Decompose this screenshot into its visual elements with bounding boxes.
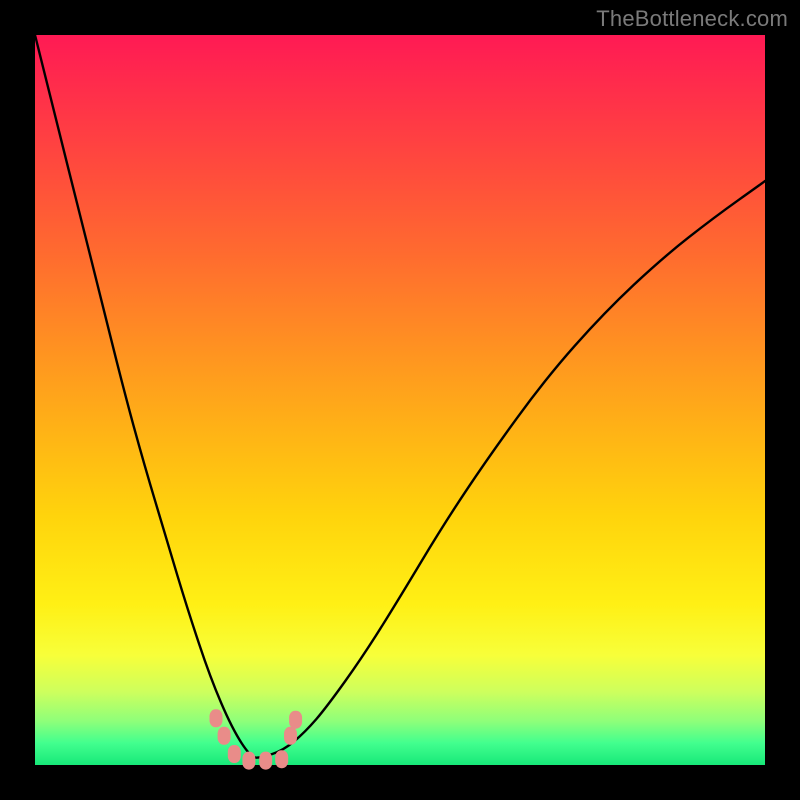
- marker-m7: [284, 727, 297, 745]
- marker-m4: [242, 752, 255, 770]
- marker-m8: [289, 711, 302, 729]
- watermark-text: TheBottleneck.com: [596, 6, 788, 32]
- marker-m6: [275, 750, 288, 768]
- chart-plot-area: [35, 35, 765, 765]
- bottleneck-curve: [35, 35, 765, 758]
- marker-m1: [210, 709, 223, 727]
- marker-m2: [218, 727, 231, 745]
- marker-m3: [228, 745, 241, 763]
- chart-frame: TheBottleneck.com: [0, 0, 800, 800]
- curve-markers: [210, 709, 303, 769]
- chart-svg: [35, 35, 765, 765]
- marker-m5: [259, 752, 272, 770]
